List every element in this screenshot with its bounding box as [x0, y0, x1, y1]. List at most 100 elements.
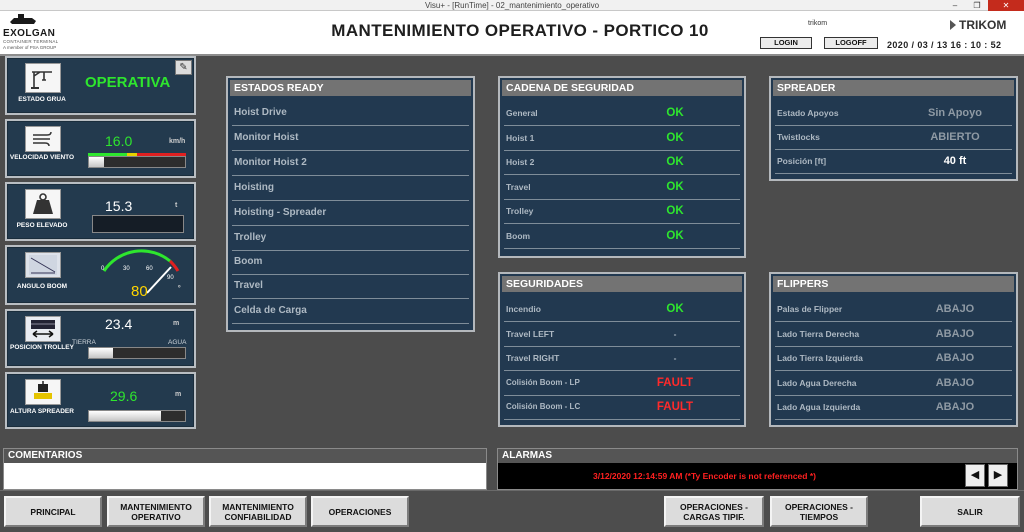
cadena-label: Hoist 2	[506, 157, 535, 167]
seguridad-status: FAULT	[656, 401, 694, 413]
ready-row-label: Trolley	[234, 232, 267, 243]
flipper-value: ABAJO	[935, 328, 975, 340]
ready-row: Celda de Carga	[232, 300, 469, 324]
datetime: 2020 / 03 / 13 16 : 10 : 52	[887, 40, 1002, 50]
altura-spreader-widget: ALTURA SPREADER 29.6 m	[5, 372, 196, 429]
seguridad-row: Travel LEFT -	[504, 323, 740, 347]
gauge-tick-60: 60	[146, 266, 153, 272]
crane-icon	[25, 63, 61, 93]
altura-spreader-unit: m	[175, 391, 182, 398]
estado-grua-widget: ESTADO GRUA OPERATIVA ✎	[5, 56, 196, 115]
cadena-row: Boom OK	[504, 225, 740, 249]
ready-row: Boom	[232, 251, 469, 275]
velocidad-viento-bar	[88, 156, 186, 168]
boom-icon	[25, 252, 61, 278]
page-title: MANTENIMIENTO OPERATIVO - PORTICO 10	[331, 21, 709, 40]
cadena-label: Travel	[506, 182, 531, 192]
spreader-value: Sin Apoyo	[928, 107, 982, 119]
cadena-row: Hoist 2 OK	[504, 151, 740, 175]
cadena-label: Trolley	[506, 206, 534, 216]
cadena-label: Boom	[506, 231, 531, 241]
alarm-prev-button[interactable]: ◀	[965, 464, 985, 487]
spreader-row: Posición [ft] 40 ft	[775, 150, 1012, 174]
operaciones-tiempos-button[interactable]: OPERACIONES - TIEMPOS	[770, 496, 868, 527]
flipper-value: ABAJO	[935, 352, 975, 364]
window-title: Visu+ - [RunTime] - 02_mantenimiento_ope…	[424, 1, 600, 10]
cadena-row: Hoist 1 OK	[504, 127, 740, 151]
maximize-button[interactable]: ❐	[966, 0, 988, 11]
ready-row: Hoist Drive	[232, 102, 469, 126]
flipper-row: Lado Tierra Derecha ABAJO	[775, 323, 1012, 347]
seguridad-label: Colisión Boom - LC	[506, 402, 581, 411]
close-button[interactable]: ✕	[988, 0, 1024, 11]
alarm-next-button[interactable]: ▶	[988, 464, 1008, 487]
posicion-trolley-widget: POSICION TROLLEY 23.4 m TIERRA AGUA	[5, 309, 196, 368]
brand-triangle-icon	[950, 20, 956, 30]
posicion-trolley-unit: m	[173, 320, 180, 327]
ready-row-label: Celda de Carga	[234, 305, 307, 316]
flipper-row: Lado Agua Izquierda ABAJO	[775, 396, 1012, 420]
trolley-icon	[25, 316, 61, 342]
principal-button[interactable]: PRINCIPAL	[4, 496, 102, 527]
peso-elevado-value: 15.3	[105, 198, 133, 214]
peso-elevado-label: PESO ELEVADO	[16, 222, 68, 229]
cadena-row: Trolley OK	[504, 200, 740, 224]
minimize-button[interactable]: –	[944, 0, 966, 11]
login-button[interactable]: LOGIN	[760, 37, 812, 49]
operaciones-cargas-button[interactable]: OPERACIONES - CARGAS TIPIF.	[664, 496, 764, 527]
seguridad-status: -	[673, 353, 677, 363]
posicion-trolley-value: 23.4	[105, 316, 133, 332]
alarm-message: 3/12/2020 12:14:59 AM (*Ty Encoder is no…	[593, 471, 816, 481]
seguridad-status: OK	[666, 303, 684, 315]
peso-elevado-bar	[92, 215, 184, 233]
ready-row-label: Boom	[234, 256, 263, 267]
spreader-row: Twistlocks ABIERTO	[775, 126, 1012, 150]
angulo-boom-value: 80	[131, 283, 148, 300]
seguridad-label: Colisión Boom - LP	[506, 378, 580, 387]
flipper-label: Lado Agua Derecha	[777, 378, 857, 388]
velocidad-viento-widget: VELOCIDAD VIENTO 16.0 km/h	[5, 119, 196, 178]
altura-spreader-bar	[88, 410, 186, 422]
posicion-trolley-bar	[88, 347, 186, 359]
mantenimiento-operativo-button[interactable]: MANTENIMIENTO OPERATIVO	[107, 496, 205, 527]
cadena-status: OK	[666, 132, 684, 144]
comentarios-input[interactable]	[4, 463, 486, 489]
peso-elevado-unit: t	[175, 202, 178, 209]
spreader-value: 40 ft	[943, 155, 967, 167]
wind-icon	[25, 126, 61, 152]
ready-row: Monitor Hoist	[232, 127, 469, 151]
seguridad-status: FAULT	[656, 377, 694, 389]
flipper-value: ABAJO	[935, 303, 975, 315]
flipper-value: ABAJO	[935, 377, 975, 389]
ready-row: Travel	[232, 275, 469, 299]
flipper-row: Lado Agua Derecha ABAJO	[775, 372, 1012, 396]
angulo-boom-label: ANGULO BOOM	[16, 283, 68, 290]
cadena-seguridad-title: CADENA DE SEGURIDAD	[502, 80, 742, 96]
brand-name: TRIKOM	[959, 18, 1007, 32]
mantenimiento-confiabilidad-button[interactable]: MANTENIMIENTO CONFIABILIDAD	[209, 496, 307, 527]
ready-row-label: Hoist Drive	[234, 107, 287, 118]
edit-icon[interactable]: ✎	[175, 60, 192, 75]
ready-row-label: Monitor Hoist 2	[234, 157, 307, 168]
angulo-boom-unit: º	[178, 285, 181, 292]
seguridad-label: Travel RIGHT	[506, 353, 560, 363]
spreader-value: ABIERTO	[930, 131, 980, 143]
flipper-row: Palas de Flipper ABAJO	[775, 298, 1012, 322]
logo-name: EXOLGAN	[3, 28, 56, 39]
spreader-icon	[25, 379, 61, 405]
spreader-label: Twistlocks	[777, 132, 820, 142]
ready-row: Trolley	[232, 227, 469, 251]
salir-button[interactable]: SALIR	[920, 496, 1020, 527]
altura-spreader-label: ALTURA SPREADER	[10, 408, 74, 415]
seguridad-label: Incendio	[506, 304, 541, 314]
seguridad-status: -	[673, 329, 677, 339]
flipper-value: ABAJO	[935, 401, 975, 413]
logoff-button[interactable]: LOGOFF	[824, 37, 878, 49]
peso-elevado-widget: PESO ELEVADO 15.3 t	[5, 182, 196, 241]
spreader-label: Estado Apoyos	[777, 108, 839, 118]
estado-grua-label: ESTADO GRUA	[18, 96, 66, 103]
cadena-row: General OK	[504, 102, 740, 126]
alarm-display: 3/12/2020 12:14:59 AM (*Ty Encoder is no…	[498, 463, 1017, 489]
comentarios-section: COMENTARIOS	[3, 448, 487, 490]
operaciones-button[interactable]: OPERACIONES	[311, 496, 409, 527]
